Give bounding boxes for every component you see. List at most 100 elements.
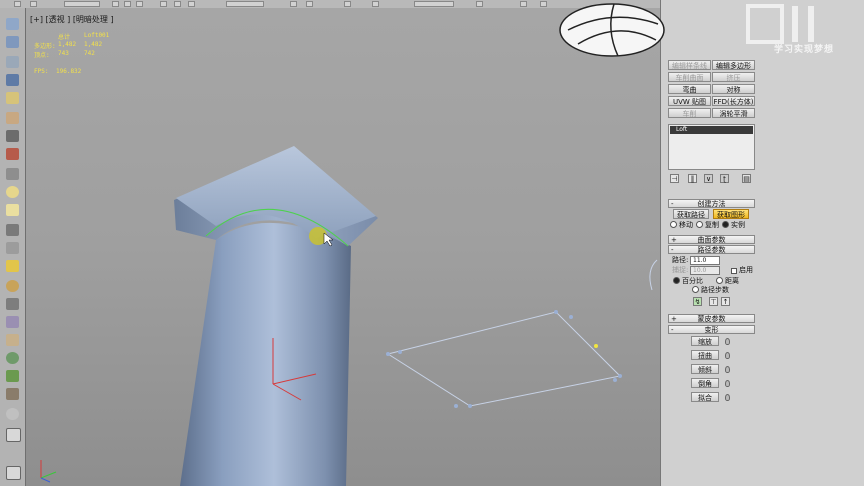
deform-bevel-bulb-icon[interactable] [725,380,730,387]
mirror-icon[interactable] [344,1,351,7]
deform-fit-bulb-icon[interactable] [725,394,730,401]
globe-icon[interactable] [6,352,19,364]
modify-icon[interactable] [6,36,19,48]
copy-radio[interactable]: 复制 [696,220,719,230]
path-spinner[interactable]: 11.0 [690,256,720,265]
remove-modifier-icon[interactable]: ʈ [720,174,729,183]
shape-icon[interactable] [6,130,19,142]
eye-icon[interactable] [6,224,19,236]
modifier-button-3[interactable]: 挤压 [712,72,755,82]
rollout-creation-method[interactable]: - 创建方法 [668,199,755,208]
get-path-button[interactable]: 获取路径 [673,209,709,219]
percentage-radio[interactable]: 百分比 [673,276,703,286]
helper-icon[interactable] [6,280,19,292]
snap-enable-label: 启用 [739,266,753,274]
particle-icon[interactable] [6,388,19,400]
reference-coord-dropdown[interactable] [226,1,264,7]
modifier-button-7[interactable]: FFD(长方体) [712,96,755,106]
show-end-result-icon[interactable]: ‖ [688,174,697,183]
material-icon[interactable] [6,148,19,160]
deform-teeter-bulb-icon[interactable] [725,366,730,373]
spacewarp-icon[interactable] [6,298,19,310]
leaf-icon[interactable] [6,370,19,382]
pin-stack-icon[interactable]: ⊣ [670,174,679,183]
path-label: 路径: [672,256,689,264]
region-select-icon[interactable] [136,1,143,7]
path-steps-radio[interactable]: 路径步数 [692,285,729,295]
modifier-button-9[interactable]: 涡轮平滑 [712,108,755,118]
rollout-surface-params-title: 曲面参数 [697,236,726,244]
modifier-button-1[interactable]: 编辑多边形 [712,60,755,70]
make-unique-icon[interactable]: ∨ [704,174,713,183]
align-icon[interactable] [372,1,379,7]
configure-modifier-sets-icon[interactable]: ▤ [742,174,751,183]
get-shape-button[interactable]: 获取图形 [713,209,749,219]
render-setup-icon[interactable] [520,1,527,7]
deform-teeter-button[interactable]: 倾斜 [691,364,719,374]
modifier-button-0[interactable]: 编辑样条线 [668,60,711,70]
deform-scale-button[interactable]: 缩放 [691,336,719,346]
plane-icon[interactable] [6,204,19,216]
grid-icon[interactable] [6,428,21,442]
viewport-label[interactable]: [+] [透视 ] [明暗处理 ] [30,14,114,25]
unlink-icon[interactable] [30,1,37,7]
cone-icon[interactable] [6,242,19,254]
rollout-deformations[interactable]: - 变形 [668,325,755,334]
previous-shape-icon[interactable]: ⊤ [709,297,718,306]
deform-twist-button[interactable]: 扭曲 [691,350,719,360]
rollout-deformations-title: 变形 [704,326,719,334]
rollout-creation-method-title: 创建方法 [697,200,726,208]
named-selection-dropdown[interactable] [414,1,454,7]
brush-icon[interactable] [6,334,19,346]
move-radio[interactable]: 移动 [670,220,693,230]
distance-radio-label: 距离 [725,277,739,285]
camera-icon[interactable] [6,168,19,180]
systems-icon[interactable] [6,316,19,328]
viewport-layout-icon[interactable] [6,466,21,480]
modifier-button-6[interactable]: UVW 贴图 [668,96,711,106]
display-icon[interactable] [6,92,19,104]
move-icon[interactable] [160,1,167,7]
rollout-surface-params[interactable]: + 曲面参数 [668,235,755,244]
select-by-name-icon[interactable] [124,1,131,7]
snap-icon[interactable] [290,1,297,7]
modifier-button-8[interactable]: 车削 [668,108,711,118]
angle-snap-icon[interactable] [306,1,313,7]
select-icon[interactable] [112,1,119,7]
deform-scale-bulb-icon[interactable] [725,338,730,345]
distance-radio[interactable]: 距离 [716,276,739,286]
utilities-icon[interactable] [6,112,19,124]
snap-label: 捕捉: [672,266,689,274]
sphere-gizmo-icon[interactable] [6,408,19,420]
modifier-stack[interactable]: Loft [668,124,755,170]
hierarchy-icon[interactable] [6,56,19,68]
deform-twist-bulb-icon[interactable] [725,352,730,359]
viewport-scene [40,146,658,486]
stack-item-loft[interactable]: Loft [670,126,753,134]
next-shape-icon[interactable]: ↑ [721,297,730,306]
deform-bevel-button[interactable]: 倒角 [691,378,719,388]
modifier-button-2[interactable]: 车削曲面 [668,72,711,82]
render-icon[interactable] [540,1,547,7]
scale-icon[interactable] [188,1,195,7]
snap-enable-checkbox[interactable] [731,268,737,274]
pick-shape-icon[interactable]: ↯ [693,297,702,306]
selection-filter-dropdown[interactable] [64,1,100,7]
rollout-path-params[interactable]: - 路径参数 [668,245,755,254]
snap-spinner[interactable]: 10.0 [690,266,720,275]
perspective-viewport[interactable]: [+] [透视 ] [明暗处理 ] 总计 Loft001 多边形: 1,482 … [26,8,660,486]
sphere-icon[interactable] [6,186,19,198]
curve-editor-icon[interactable] [476,1,483,7]
instance-radio[interactable]: 实例 [722,220,745,230]
motion-icon[interactable] [6,74,19,86]
modifier-button-5[interactable]: 对称 [712,84,755,94]
light-icon[interactable] [6,260,19,272]
rollout-skin-params[interactable]: + 蒙皮参数 [668,314,755,323]
link-icon[interactable] [14,1,21,7]
stats-header-total: 总计 [58,34,71,41]
create-icon[interactable] [6,18,19,30]
percentage-radio-label: 百分比 [682,277,703,285]
deform-fit-button[interactable]: 拟合 [691,392,719,402]
modifier-button-4[interactable]: 弯曲 [668,84,711,94]
rotate-icon[interactable] [174,1,181,7]
